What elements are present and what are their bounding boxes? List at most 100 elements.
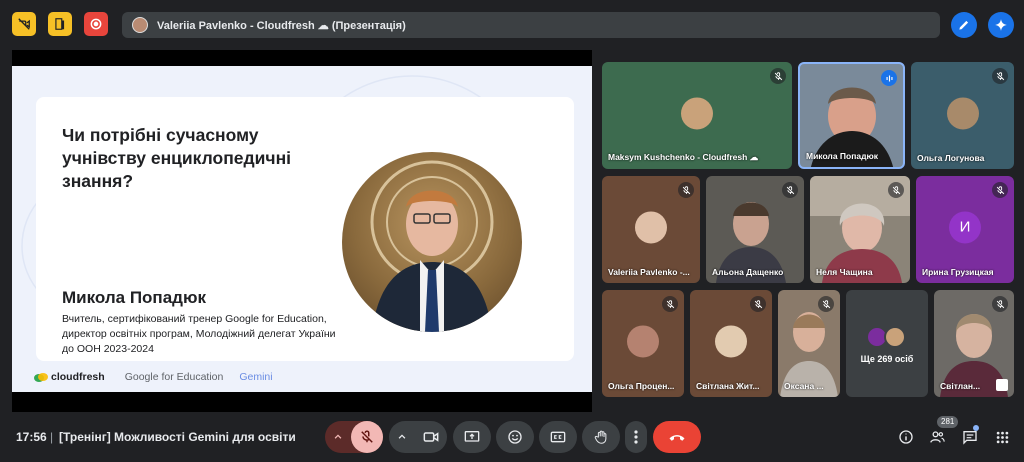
participant-tile[interactable]: Світлана Жит... — [690, 290, 772, 397]
cloudfresh-logo: cloudfresh — [34, 371, 105, 383]
participant-name: Maksym Kushchenko - Cloudfresh ☁ — [608, 152, 759, 162]
chat-notification-dot — [973, 425, 979, 431]
camera-off-icon — [18, 18, 30, 30]
mic-options-button[interactable] — [325, 432, 351, 442]
overflow-avatars — [866, 326, 908, 348]
slide-logos: cloudfresh Google for Education Gemini — [34, 371, 273, 383]
more-participants-tile[interactable]: Ще 269 осіб — [846, 290, 928, 397]
chat-icon — [963, 431, 977, 445]
mic-off-icon — [770, 68, 786, 84]
participant-name: Альона Дащенко — [712, 267, 784, 277]
speaker-description: Вчитель, сертифікований тренер Google fo… — [62, 313, 336, 355]
hang-up-icon — [669, 435, 685, 441]
closed-captions-icon — [550, 431, 566, 443]
camera-options-button[interactable] — [389, 432, 415, 442]
pen-button[interactable] — [951, 12, 977, 38]
hand-icon — [594, 430, 606, 444]
door-button[interactable] — [48, 12, 72, 36]
mic-off-icon — [818, 296, 834, 312]
info-icon — [899, 430, 913, 444]
mic-off-icon — [992, 68, 1008, 84]
mic-off-icon — [662, 296, 678, 312]
present-button[interactable] — [453, 421, 491, 453]
participant-name: Неля Чащина — [816, 267, 873, 277]
chevron-up-icon — [398, 434, 406, 439]
participant-tile[interactable]: Світлан... — [934, 290, 1014, 397]
participant-avatar — [715, 324, 747, 357]
activities-button[interactable] — [993, 428, 1011, 446]
more-vert-icon — [634, 430, 638, 444]
participant-avatar — [681, 96, 713, 129]
mic-control — [325, 421, 383, 453]
participant-tile[interactable]: Ольга Логунова — [911, 62, 1014, 169]
door-icon — [55, 18, 65, 30]
leave-call-button[interactable] — [653, 421, 701, 453]
camera-toggle-button[interactable] — [415, 430, 447, 444]
google-education-logo: Google for Education — [124, 371, 224, 383]
speaker-photo — [342, 152, 522, 332]
participant-tile[interactable]: Оксана ... — [778, 290, 840, 397]
mic-off-icon — [750, 296, 766, 312]
presenter-avatar — [132, 17, 148, 33]
mic-off-icon — [888, 182, 904, 198]
meeting-name: [Тренінг] Можливості Gemini для освіти — [59, 430, 296, 444]
mic-toggle-button[interactable] — [351, 421, 383, 453]
captions-button[interactable] — [539, 421, 577, 453]
participant-name: Оксана ... — [784, 381, 824, 391]
gemini-button[interactable] — [988, 12, 1014, 38]
speaking-indicator-icon — [881, 70, 897, 86]
participant-avatar — [946, 96, 979, 129]
video-camera-icon — [423, 432, 439, 442]
participant-tile[interactable]: Maksym Kushchenko - Cloudfresh ☁ — [602, 62, 792, 169]
emoji-icon — [508, 430, 522, 444]
slide: Чи потрібні сучасному учнівству енциклоп… — [12, 66, 592, 392]
reactions-button[interactable] — [496, 421, 534, 453]
participant-avatar — [635, 210, 667, 243]
participant-tile[interactable]: Ольга Процен... — [602, 290, 684, 397]
meeting-time: 17:56 — [16, 430, 47, 444]
camera-control — [389, 421, 447, 453]
raise-hand-button[interactable] — [582, 421, 620, 453]
participant-avatar — [627, 324, 659, 357]
mic-off-icon — [361, 430, 373, 443]
presentation-stage: Чи потрібні сучасному учнівству енциклоп… — [12, 50, 592, 412]
participant-name: Ольга Логунова — [917, 153, 985, 163]
more-options-button[interactable] — [625, 421, 647, 453]
participant-tile[interactable]: Valeriia Pavlenko -... — [602, 176, 700, 283]
participant-name: Valeriia Pavlenko -... — [608, 267, 690, 277]
participant-name: Микола Попадюк — [806, 151, 878, 161]
presenter-title: Valeriia Pavlenko - Cloudfresh ☁ (Презен… — [157, 19, 406, 32]
record-icon — [90, 18, 102, 30]
presenter-bar: Valeriia Pavlenko - Cloudfresh ☁ (Презен… — [122, 12, 940, 38]
pen-icon — [959, 20, 969, 30]
participant-initial-avatar: И — [949, 210, 981, 243]
participants-count-badge: 281 — [937, 416, 959, 428]
record-button[interactable] — [84, 12, 108, 36]
people-icon — [929, 431, 945, 443]
speaker-name: Микола Попадюк — [62, 288, 206, 307]
pin-icon[interactable] — [996, 379, 1008, 391]
mic-off-icon — [782, 182, 798, 198]
chevron-up-icon — [334, 434, 342, 439]
meeting-divider: | — [50, 430, 54, 444]
sparkle-icon — [995, 19, 1007, 31]
gemini-logo: Gemini — [239, 371, 273, 383]
participant-name: Ольга Процен... — [608, 381, 675, 391]
slide-question: Чи потрібні сучасному учнівству енциклоп… — [62, 125, 291, 191]
apps-grid-icon — [996, 431, 1008, 443]
participant-tile[interactable]: Альона Дащенко — [706, 176, 804, 283]
mic-off-icon — [678, 182, 694, 198]
participant-tile[interactable]: И Ирина Грузицкая — [916, 176, 1014, 283]
camera-off-button[interactable] — [12, 12, 36, 36]
participant-tile[interactable]: Неля Чащина — [810, 176, 910, 283]
present-screen-icon — [464, 431, 480, 442]
meeting-info-button[interactable] — [897, 428, 915, 446]
mic-off-icon — [992, 296, 1008, 312]
participant-name: Світлан... — [940, 381, 981, 391]
people-button[interactable] — [928, 428, 946, 446]
participant-name: Світлана Жит... — [696, 381, 760, 391]
mic-off-icon — [992, 182, 1008, 198]
participant-tile-speaking[interactable]: Микола Попадюк — [798, 62, 905, 169]
more-participants-label: Ще 269 осіб — [860, 354, 914, 364]
participant-name: Ирина Грузицкая — [922, 267, 994, 277]
